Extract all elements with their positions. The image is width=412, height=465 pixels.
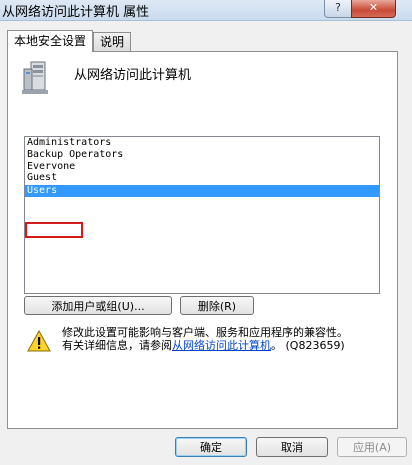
warning-prefix: 有关详细信息，请参阅 [62, 339, 172, 352]
list-item[interactable]: Guest [25, 169, 379, 185]
account-listbox[interactable]: Administrators Backup Operators Everyone… [24, 136, 380, 294]
tab-local-security-setting[interactable]: 本地安全设置 [7, 30, 94, 52]
remove-button[interactable]: 删除(R) [180, 296, 254, 315]
ok-button[interactable]: 确定 [175, 437, 247, 457]
warning-icon [27, 330, 51, 352]
list-item[interactable]: Administrators [25, 137, 379, 149]
add-user-or-group-button[interactable]: 添加用户或组(U)... [24, 296, 172, 315]
window-title: 从网络访问此计算机 属性 [2, 5, 150, 20]
title-bar[interactable]: 从网络访问此计算机 属性 ? ✕ [0, 0, 412, 21]
policy-name: 从网络访问此计算机 [74, 68, 192, 83]
warning-suffix: 。 (Q823659) [271, 339, 345, 352]
policy-help-link[interactable]: 从网络访问此计算机 [172, 339, 271, 352]
cancel-button[interactable]: 取消 [256, 437, 328, 457]
tab-explain[interactable]: 说明 [93, 32, 132, 51]
list-item[interactable]: Backup Operators [25, 149, 379, 161]
apply-button[interactable]: 应用(A) [337, 437, 407, 457]
list-item[interactable]: Everyone [25, 161, 379, 169]
warning-text-details: 有关详细信息，请参阅从网络访问此计算机。 (Q823659) [62, 337, 345, 353]
list-item-selected[interactable]: Users [25, 185, 379, 197]
server-icon [22, 61, 48, 94]
close-button[interactable]: ✕ [351, 0, 396, 18]
help-button[interactable]: ? [324, 0, 352, 18]
tab-panel: 从网络访问此计算机 Administrators Backup Operator… [7, 51, 398, 429]
